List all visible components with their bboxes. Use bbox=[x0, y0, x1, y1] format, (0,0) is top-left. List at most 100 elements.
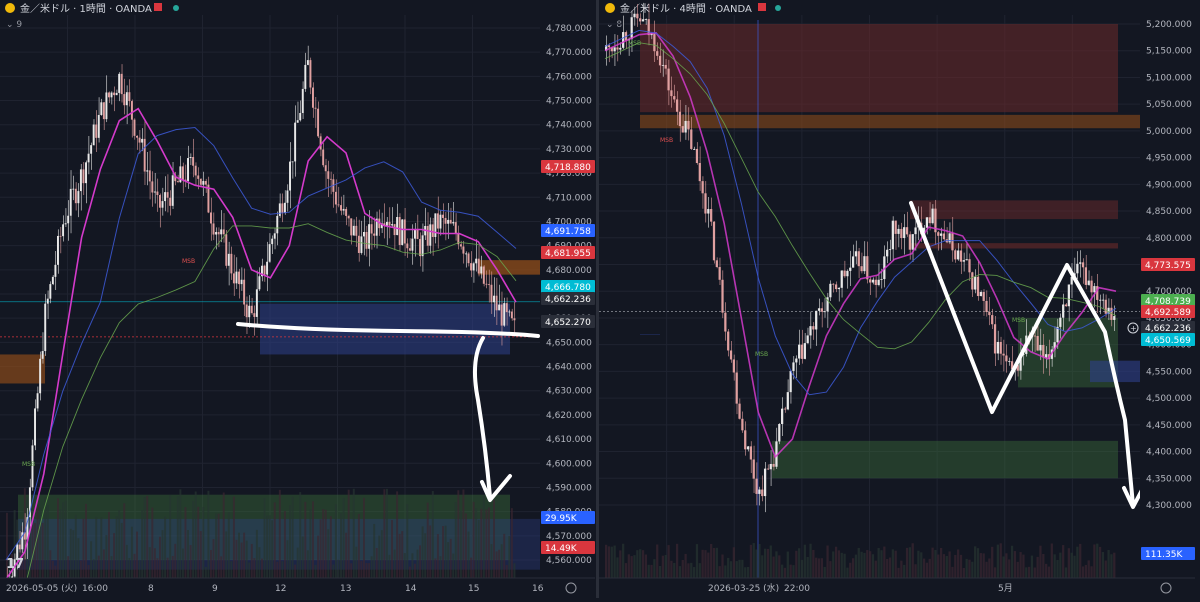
candle-body bbox=[299, 112, 302, 121]
volume-bar bbox=[894, 550, 897, 578]
chart-canvas[interactable]: 金／米ドル · 1時間 · OANDA ⌄ 9 金／米ドル · 4時間 · OA… bbox=[0, 0, 1200, 602]
candle-body bbox=[820, 308, 823, 312]
volume-bar bbox=[693, 567, 696, 578]
candle-body bbox=[472, 263, 475, 271]
price-zone bbox=[910, 200, 1118, 220]
volume-bar bbox=[874, 560, 877, 578]
volume-bar bbox=[766, 548, 770, 578]
panel-divider[interactable] bbox=[596, 0, 599, 598]
candle-body bbox=[843, 270, 846, 277]
time-tick-label[interactable]: 14 bbox=[405, 584, 417, 594]
candle-body bbox=[153, 191, 156, 193]
time-tick-label[interactable]: 2026-05-05 (火) bbox=[6, 583, 77, 594]
candle-body bbox=[976, 276, 980, 297]
volume-bar bbox=[1090, 566, 1093, 578]
time-tick-label[interactable]: 12 bbox=[275, 584, 286, 594]
candle-body bbox=[877, 279, 880, 286]
candle-body bbox=[467, 253, 470, 264]
time-tick-label[interactable]: 22:00 bbox=[784, 584, 810, 594]
volume-bar bbox=[475, 508, 478, 578]
time-tick-label[interactable]: 16 bbox=[532, 584, 544, 594]
volume-bar bbox=[851, 558, 855, 578]
time-tick-label[interactable]: 9 bbox=[212, 584, 218, 594]
candle-body bbox=[795, 358, 798, 363]
candle-body bbox=[227, 253, 230, 266]
volume-bar bbox=[153, 548, 156, 578]
right-price-axis[interactable]: 4,300.000 4,350.000 4,400.000 4,450.000 4,50… bbox=[1140, 0, 1198, 598]
volume-bar bbox=[276, 561, 279, 578]
candle-body bbox=[1039, 344, 1042, 351]
volume-bar bbox=[673, 562, 676, 578]
candle-body bbox=[146, 170, 149, 172]
left-red-flag-icon[interactable] bbox=[154, 3, 162, 11]
volume-bar bbox=[738, 559, 741, 578]
candle-body bbox=[482, 266, 485, 284]
candle-body bbox=[622, 32, 625, 48]
volume-bar bbox=[707, 552, 710, 578]
candle-body bbox=[370, 224, 373, 234]
time-axis-bg[interactable] bbox=[599, 578, 1195, 598]
price-tick-label: 4,640.000 bbox=[546, 363, 592, 373]
volume-bar bbox=[250, 543, 253, 578]
candle-body bbox=[322, 149, 325, 166]
candle-body bbox=[729, 350, 733, 360]
price-tick-label: 4,710.000 bbox=[546, 193, 592, 203]
price-tick-label: 4,300.000 bbox=[1146, 501, 1192, 511]
price-label-text: 14.49K bbox=[545, 544, 578, 554]
right-indicator-toggle[interactable]: ⌄ 8 bbox=[606, 20, 622, 30]
volume-bar bbox=[115, 516, 118, 578]
volume-bar bbox=[911, 543, 914, 578]
volume-bar bbox=[1096, 543, 1099, 578]
volume-bar bbox=[837, 550, 841, 578]
candle-body bbox=[991, 315, 994, 325]
candle-body bbox=[758, 489, 761, 494]
candle-body bbox=[735, 372, 738, 404]
volume-bar bbox=[54, 565, 57, 578]
candle-body bbox=[513, 318, 516, 321]
candle-body bbox=[965, 259, 968, 261]
volume-bar bbox=[194, 491, 197, 578]
time-tick-label[interactable]: 15 bbox=[468, 584, 479, 594]
right-time-axis[interactable]: 2026-03-25 (水) 22:00 5月 bbox=[599, 577, 1195, 598]
candle-body bbox=[684, 120, 687, 133]
time-tick-label[interactable]: 16:00 bbox=[82, 584, 108, 594]
candle-body bbox=[490, 284, 493, 303]
volume-bar bbox=[761, 555, 764, 578]
volume-bar bbox=[403, 553, 406, 578]
volume-bar bbox=[419, 545, 422, 578]
volume-bar bbox=[74, 514, 77, 578]
volume-bar bbox=[1042, 553, 1045, 578]
candle-body bbox=[812, 326, 815, 330]
volume-bar bbox=[925, 562, 929, 578]
volume-bar bbox=[880, 550, 883, 578]
candle-body bbox=[248, 305, 251, 318]
volume-bar bbox=[120, 522, 123, 578]
candle-body bbox=[1081, 262, 1085, 268]
volume-bar bbox=[500, 544, 503, 578]
time-tick-label[interactable]: 5月 bbox=[998, 583, 1013, 594]
volume-bar bbox=[184, 507, 187, 578]
volume-bar bbox=[727, 557, 730, 578]
right-red-flag-icon[interactable] bbox=[758, 3, 766, 11]
time-tick-label[interactable]: 13 bbox=[340, 584, 351, 594]
price-label-text: 4,718.880 bbox=[545, 163, 591, 173]
volume-bar bbox=[979, 553, 982, 578]
volume-bar bbox=[44, 497, 47, 578]
candle-body bbox=[342, 208, 345, 211]
time-tick-label[interactable]: 2026-03-25 (水) bbox=[708, 582, 779, 594]
left-time-axis[interactable]: 2026-05-05 (火) 16:00 8 9 12 13 14 15 16 bbox=[0, 577, 595, 598]
volume-bar bbox=[908, 547, 911, 578]
volume-bar bbox=[1045, 563, 1048, 578]
price-tick-label: 5,200.000 bbox=[1146, 20, 1192, 30]
candle-body bbox=[829, 283, 832, 298]
candle-body bbox=[85, 162, 87, 184]
tradingview-logo-icon[interactable]: 17 bbox=[6, 557, 24, 572]
candle-body bbox=[385, 221, 388, 226]
left-price-axis[interactable]: 4,560.0004,570.0004,580.0004,590.0004,60… bbox=[540, 0, 595, 598]
candle-body bbox=[426, 225, 429, 246]
volume-bar bbox=[197, 506, 200, 578]
volume-bar bbox=[174, 543, 177, 578]
price-tick-label: 4,600.000 bbox=[546, 459, 592, 469]
candle-body bbox=[334, 191, 337, 205]
time-tick-label[interactable]: 8 bbox=[148, 584, 154, 594]
